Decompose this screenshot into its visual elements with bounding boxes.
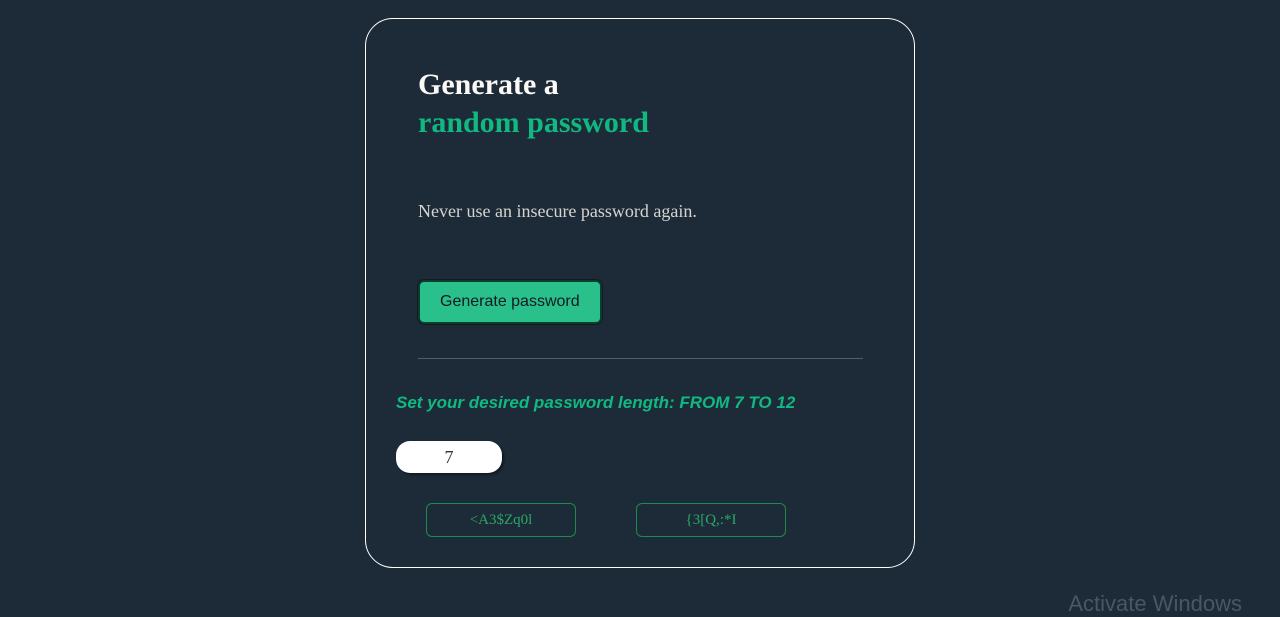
generate-password-button[interactable]: Generate password xyxy=(418,280,602,324)
password-generator-card: Generate a random password Never use an … xyxy=(365,18,915,568)
generated-password-2[interactable]: {3[Q,:*I xyxy=(636,503,786,537)
windows-activation-watermark: Activate Windows xyxy=(1068,591,1242,617)
length-instruction-label: Set your desired password length: FROM 7… xyxy=(396,393,882,413)
subtitle: Never use an insecure password again. xyxy=(418,201,882,222)
generated-passwords-row: <A3$Zq0l {3[Q,:*I xyxy=(426,503,882,537)
title-line-1: Generate a xyxy=(418,67,882,103)
generated-password-1[interactable]: <A3$Zq0l xyxy=(426,503,576,537)
title-line-2: random password xyxy=(418,105,882,141)
watermark-title: Activate Windows xyxy=(1068,591,1242,617)
password-length-input[interactable] xyxy=(396,441,502,473)
section-divider xyxy=(418,358,863,359)
